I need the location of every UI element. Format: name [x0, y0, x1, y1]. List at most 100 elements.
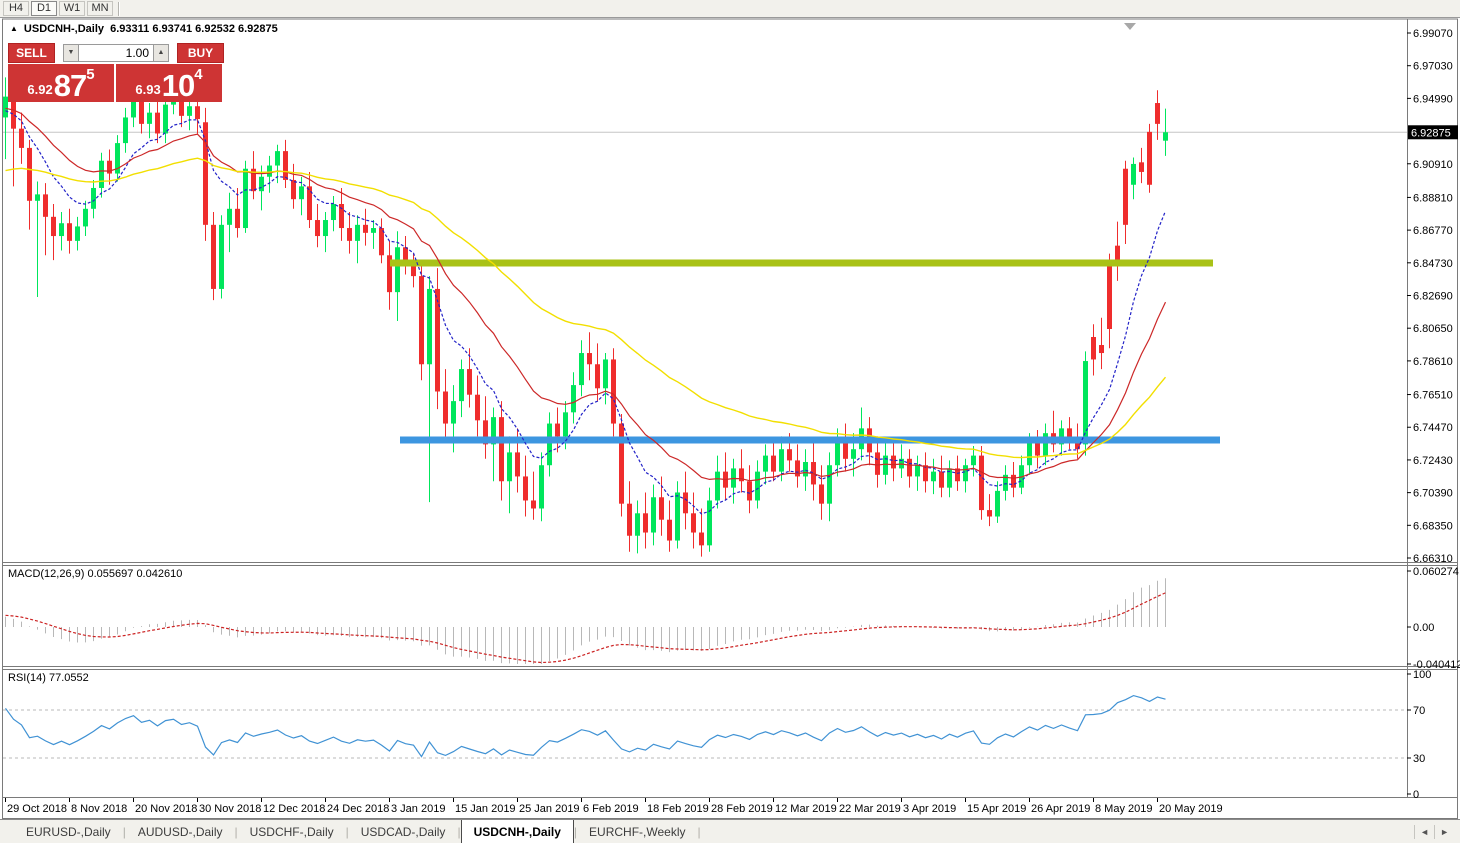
arrow-right-icon: ► [1440, 826, 1449, 837]
rsi-indicator-label: RSI(14) 77.0552 [8, 672, 89, 684]
chart-tab-usdchfdaily[interactable]: USDCHF-,Daily [238, 820, 346, 843]
chevron-down-icon: ▼ [67, 48, 75, 56]
volume-input[interactable] [79, 43, 153, 62]
close-value: 6.92875 [238, 23, 278, 35]
svg-text:6.84730: 6.84730 [1413, 258, 1453, 270]
ma-fast [5, 110, 1167, 515]
macd-signal-value: 0.042610 [136, 568, 183, 580]
svg-text:28 Feb 2019: 28 Feb 2019 [711, 803, 773, 815]
sell-price-display[interactable]: 6.92 87 5 [8, 64, 114, 102]
timeframe-button-H4[interactable]: H4 [3, 1, 29, 16]
timeframe-toolbar: H4 D1 W1 MN [0, 0, 1460, 18]
open-value: 6.93311 [110, 23, 150, 35]
svg-text:24 Dec 2018: 24 Dec 2018 [327, 803, 389, 815]
chevron-up-icon: ▲ [157, 48, 165, 56]
svg-text:6.86770: 6.86770 [1413, 225, 1453, 237]
svg-text:6.94990: 6.94990 [1413, 93, 1453, 105]
low-value: 6.92532 [195, 23, 235, 35]
rsi-axis[interactable]: 100 70 30 0 [1407, 669, 1431, 801]
svg-text:29 Oct 2018: 29 Oct 2018 [7, 803, 67, 815]
one-click-trading-panel: SELL ▼ ▲ BUY 6.92 87 5 6.93 10 4 [8, 42, 224, 102]
svg-text:6.97030: 6.97030 [1413, 61, 1453, 73]
svg-text:25 Jan 2019: 25 Jan 2019 [519, 803, 580, 815]
svg-text:6.74470: 6.74470 [1413, 422, 1453, 434]
svg-text:6.82690: 6.82690 [1413, 291, 1453, 303]
svg-text:30 Nov 2018: 30 Nov 2018 [199, 803, 261, 815]
timeframe-button-D1[interactable]: D1 [31, 1, 57, 16]
svg-text:8 May 2019: 8 May 2019 [1095, 803, 1152, 815]
svg-text:0: 0 [1413, 789, 1419, 801]
svg-text:6.66310: 6.66310 [1413, 553, 1453, 565]
ma-mid [5, 107, 1167, 482]
last-bar-marker-icon [1124, 23, 1136, 30]
current-price-tag: 6.92875 [1408, 125, 1458, 140]
buy-price-big-digits: 10 [161, 68, 195, 103]
macd-main-value: 0.055697 [87, 568, 134, 580]
rsi-line [5, 694, 1166, 758]
macd-histogram [5, 578, 1166, 664]
price-chart-canvas[interactable]: 6.99070 6.97030 6.94990 6.90910 6.88810 6.867… [0, 0, 1460, 843]
chart-title: ▲ USDCNH-,Daily 6.93311 6.93741 6.92532 6… [10, 23, 278, 35]
svg-text:8 Nov 2018: 8 Nov 2018 [71, 803, 127, 815]
svg-text:6.99070: 6.99070 [1413, 28, 1453, 40]
tab-scroll-right-button[interactable]: ► [1434, 824, 1454, 839]
date-axis[interactable]: 29 Oct 2018 8 Nov 2018 20 Nov 2018 30 Nov 2… [5, 798, 1223, 815]
svg-text:26 Apr 2019: 26 Apr 2019 [1031, 803, 1090, 815]
trade-panel-toggle-arrow[interactable]: ▲ [10, 24, 18, 33]
sell-price-big-digits: 87 [53, 68, 87, 103]
svg-text:12 Dec 2018: 12 Dec 2018 [263, 803, 325, 815]
high-value: 6.93741 [152, 23, 193, 35]
terminal-window: 6.99070 6.97030 6.94990 6.90910 6.88810 6.867… [0, 0, 1460, 843]
svg-text:6.72430: 6.72430 [1413, 455, 1453, 467]
tab-scroll-left-button[interactable]: ◄ [1414, 824, 1434, 839]
timeframe-button-W1[interactable]: W1 [59, 1, 85, 16]
svg-text:20 May 2019: 20 May 2019 [1159, 803, 1223, 815]
macd-axis[interactable]: 0.0602740.00-0.040412 [1407, 566, 1460, 671]
volume-decrease-button[interactable]: ▼ [63, 43, 79, 62]
macd-name: MACD(12,26,9) [8, 568, 85, 580]
tab-scroll-controls: ◄ ► [1414, 820, 1460, 843]
chart-tabs: EURUSD-,Daily | AUDUSD-,Daily | USDCHF-,Dail… [0, 820, 1414, 843]
sell-button[interactable]: SELL [8, 42, 55, 63]
svg-text:3 Apr 2019: 3 Apr 2019 [903, 803, 956, 815]
svg-text:6.92875: 6.92875 [1411, 127, 1451, 139]
volume-increase-button[interactable]: ▲ [153, 43, 169, 62]
chart-tab-eurchfweekly[interactable]: EURCHF-,Weekly [577, 820, 697, 843]
chart-tab-usdcnhdaily[interactable]: USDCNH-,Daily [460, 820, 574, 843]
svg-text:6.70390: 6.70390 [1413, 488, 1453, 500]
svg-text:6 Feb 2019: 6 Feb 2019 [583, 803, 639, 815]
svg-text:0.060274: 0.060274 [1413, 566, 1459, 578]
svg-text:6.78610: 6.78610 [1413, 356, 1453, 368]
svg-text:12 Mar 2019: 12 Mar 2019 [775, 803, 837, 815]
svg-text:30: 30 [1413, 753, 1425, 765]
buy-price-prefix: 6.93 [135, 82, 161, 97]
candles [3, 77, 1168, 557]
svg-text:6.80650: 6.80650 [1413, 323, 1453, 335]
svg-text:18 Feb 2019: 18 Feb 2019 [647, 803, 709, 815]
volume-control: ▼ ▲ [55, 43, 177, 62]
svg-text:15 Apr 2019: 15 Apr 2019 [967, 803, 1026, 815]
svg-text:20 Nov 2018: 20 Nov 2018 [135, 803, 197, 815]
svg-text:6.68350: 6.68350 [1413, 520, 1453, 532]
chart-tab-usdcaddaily[interactable]: USDCAD-,Daily [349, 820, 458, 843]
buy-price-pip-digit: 4 [194, 66, 203, 83]
symbol-period-label: USDCNH-,Daily [23, 23, 104, 35]
arrow-left-icon: ◄ [1420, 826, 1430, 837]
chart-tab-eurusddaily[interactable]: EURUSD-,Daily [14, 820, 123, 843]
buy-price-display[interactable]: 6.93 10 4 [116, 64, 222, 102]
svg-text:6.76510: 6.76510 [1413, 390, 1453, 402]
chart-tab-audusddaily[interactable]: AUDUSD-,Daily [126, 820, 235, 843]
chart-tab-bar: EURUSD-,Daily | AUDUSD-,Daily | USDCHF-,Dail… [0, 819, 1460, 843]
buy-button[interactable]: BUY [177, 42, 224, 63]
svg-text:6.88810: 6.88810 [1413, 192, 1453, 204]
toolbar-separator [118, 1, 120, 16]
tab-separator: | [697, 824, 701, 839]
svg-text:100: 100 [1413, 669, 1431, 681]
rsi-value: 77.0552 [48, 672, 89, 684]
macd-signal-line [5, 592, 1166, 664]
ma-slow [5, 157, 1167, 459]
price-axis[interactable]: 6.99070 6.97030 6.94990 6.90910 6.88810 6.867… [1407, 28, 1453, 565]
timeframe-button-MN[interactable]: MN [87, 1, 113, 16]
rsi-name: RSI(14) [8, 672, 46, 684]
svg-text:3 Jan 2019: 3 Jan 2019 [391, 803, 445, 815]
